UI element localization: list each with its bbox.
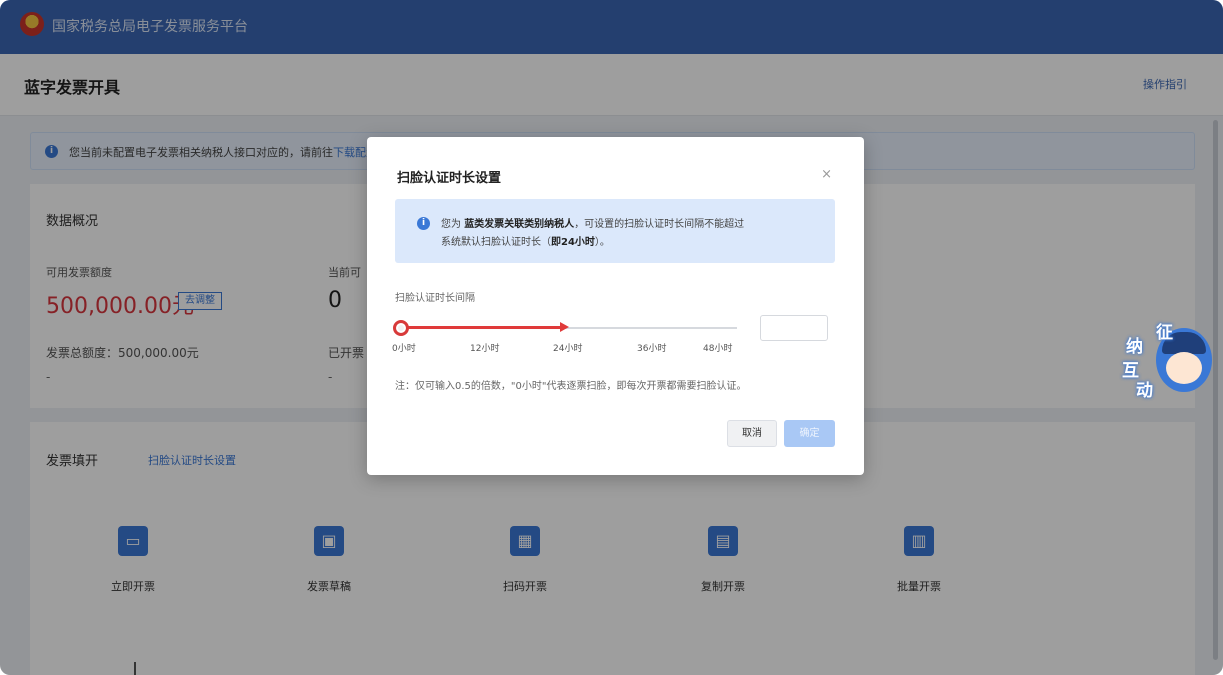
slider-tick-0: 0小时 [392, 344, 416, 354]
arrow-right-icon [560, 322, 569, 332]
duration-hours-input[interactable] [760, 315, 828, 341]
duration-slider-handle[interactable] [393, 320, 409, 336]
mascot-face-icon [1166, 352, 1202, 384]
close-icon[interactable]: × [821, 167, 832, 182]
assistant-mascot[interactable]: 征 纳 互 动 [1118, 318, 1216, 402]
info-icon: i [417, 217, 430, 230]
info-line-2: 系统默认扫脸认证时长（即24小时）。 [441, 233, 610, 248]
info-text: ）。 [594, 237, 610, 248]
info-text: ，可设置的扫脸认证时长间隔不能超过 [574, 219, 745, 230]
scan-duration-dialog: 扫脸认证时长设置 × i 您为 蓝类发票关联类别纳税人，可设置的扫脸认证时长间隔… [367, 137, 864, 475]
dialog-info-box: i 您为 蓝类发票关联类别纳税人，可设置的扫脸认证时长间隔不能超过 系统默认扫脸… [395, 199, 835, 263]
dialog-note: 注：仅可输入0.5的倍数，"0小时"代表逐票扫脸，即每次开票都需要扫脸认证。 [395, 381, 747, 392]
mascot-char: 动 [1136, 381, 1153, 401]
confirm-button[interactable]: 确定 [784, 420, 835, 447]
info-line-1: 您为 蓝类发票关联类别纳税人，可设置的扫脸认证时长间隔不能超过 [441, 215, 744, 230]
cancel-button[interactable]: 取消 [727, 420, 777, 447]
slider-tick-48: 48小时 [703, 344, 733, 354]
info-text: 系统默认扫脸认证时长（ [441, 237, 551, 248]
mascot-char: 征 [1156, 323, 1173, 343]
slider-tick-12: 12小时 [470, 344, 500, 354]
slider-fill [401, 326, 565, 329]
slider-tick-24: 24小时 [553, 344, 583, 354]
info-text: 您为 [441, 219, 465, 230]
slider-label: 扫脸认证时长间隔 [395, 293, 475, 304]
mascot-char: 纳 [1126, 337, 1143, 357]
app-window: 国家税务总局电子发票服务平台 蓝字发票开具 操作指引 i 您当前未配置电子发票相… [0, 0, 1223, 675]
slider-tick-36: 36小时 [637, 344, 667, 354]
info-default-duration: 即24小时 [551, 237, 595, 248]
info-taxpayer-type: 蓝类发票关联类别纳税人 [464, 219, 575, 230]
dialog-title: 扫脸认证时长设置 [397, 171, 502, 186]
